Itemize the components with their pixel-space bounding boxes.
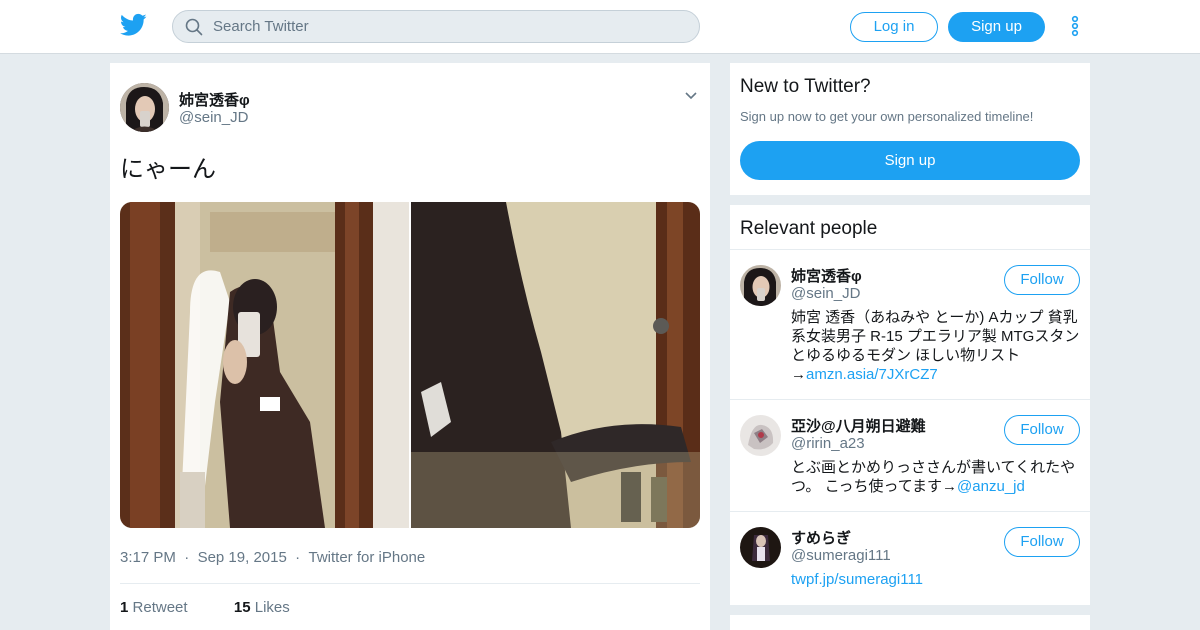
top-navigation-bar: Log in Sign up xyxy=(0,0,1200,54)
person-name[interactable]: 亞沙@八月朔日避難 xyxy=(791,415,926,436)
search-input[interactable] xyxy=(213,11,683,42)
tweet-source[interactable]: Twitter for iPhone xyxy=(309,549,426,566)
person-bio-link[interactable]: twpf.jp/sumeragi111 xyxy=(791,571,923,588)
sidebar-signup-button[interactable]: Sign up xyxy=(740,141,1080,180)
avatar[interactable] xyxy=(740,527,781,568)
next-sidebar-card xyxy=(730,615,1090,630)
retweet-stat[interactable]: 1 Retweet xyxy=(120,599,188,616)
tweet-photo[interactable] xyxy=(120,202,409,528)
tweet-card: 姉宮透香φ @sein_JD にゃーん 3:17 PM · Sep 19, 20… xyxy=(110,63,710,630)
tweet-stats: 1 Retweet 15 Likes xyxy=(120,599,290,616)
chevron-down-icon[interactable] xyxy=(684,91,698,101)
tweet-timestamp[interactable]: 3:17 PM · Sep 19, 2015 · Twitter for iPh… xyxy=(120,549,425,566)
search-box[interactable] xyxy=(172,10,700,43)
person-item: 亞沙@八月朔日避難 @ririn_a23 Follow とぶ画とかめりっささんが… xyxy=(730,400,1090,512)
tweet-text: にゃーん xyxy=(120,155,216,183)
new-to-twitter-card: New to Twitter? Sign up now to get your … xyxy=(730,63,1090,195)
person-item: 姉宮透香φ @sein_JD Follow 姉宮 透香（あねみや とーか) Aカ… xyxy=(730,250,1090,400)
twitter-bird-icon[interactable] xyxy=(120,13,147,37)
tweet-author-name[interactable]: 姉宮透香φ xyxy=(179,89,250,110)
person-bio: 姉宮 透香（あねみや とーか) Aカップ 貧乳系女装男子 R-15 プエラリア製… xyxy=(791,308,1083,384)
person-bio: twpf.jp/sumeragi111 xyxy=(791,570,1083,589)
tweet-photo[interactable] xyxy=(411,202,700,528)
person-bio-text: とぶ画とかめりっささんが書いてくれたやつ。 こっち使ってます→ xyxy=(791,459,1076,495)
divider xyxy=(120,583,700,584)
avatar[interactable] xyxy=(120,83,169,132)
relevant-people-title: Relevant people xyxy=(730,205,1090,250)
person-handle[interactable]: @ririn_a23 xyxy=(791,435,865,452)
follow-button[interactable]: Follow xyxy=(1004,265,1080,295)
likes-count: 15 xyxy=(233,599,251,616)
tweet-time[interactable]: 3:17 PM xyxy=(120,549,176,566)
person-name[interactable]: すめらぎ xyxy=(791,527,851,548)
follow-button[interactable]: Follow xyxy=(1004,415,1080,445)
tweet-media xyxy=(120,202,700,528)
likes-stat[interactable]: 15 Likes xyxy=(234,599,290,616)
separator-dot: · xyxy=(290,549,305,566)
search-icon xyxy=(185,18,203,36)
person-name[interactable]: 姉宮透香φ xyxy=(791,265,862,286)
retweet-label: Retweet xyxy=(132,599,188,616)
avatar[interactable] xyxy=(740,415,781,456)
tweet-author-handle[interactable]: @sein_JD xyxy=(179,109,248,126)
tweet-date[interactable]: Sep 19, 2015 xyxy=(198,549,287,566)
person-handle[interactable]: @sumeragi111 xyxy=(791,547,891,564)
signup-button[interactable]: Sign up xyxy=(948,12,1045,42)
avatar[interactable] xyxy=(740,265,781,306)
new-to-twitter-subtitle: Sign up now to get your own personalized… xyxy=(740,109,1034,124)
separator-dot: · xyxy=(180,549,194,566)
likes-label: Likes xyxy=(254,599,290,616)
follow-button[interactable]: Follow xyxy=(1004,527,1080,557)
person-bio: とぶ画とかめりっささんが書いてくれたやつ。 こっち使ってます→@anzu_jd xyxy=(791,458,1083,496)
person-item: すめらぎ @sumeragi111 Follow twpf.jp/sumerag… xyxy=(730,512,1090,605)
new-to-twitter-title: New to Twitter? xyxy=(740,76,871,97)
person-bio-link[interactable]: amzn.asia/7JXrCZ7 xyxy=(806,366,938,383)
person-bio-link[interactable]: @anzu_jd xyxy=(957,478,1025,495)
login-button[interactable]: Log in xyxy=(850,12,938,42)
vertical-dots-icon[interactable] xyxy=(1068,14,1082,38)
person-handle[interactable]: @sein_JD xyxy=(791,285,860,302)
retweet-count: 1 xyxy=(120,599,129,616)
relevant-people-card: Relevant people 姉宮透香φ @sein_JD Follow 姉宮… xyxy=(730,205,1090,605)
